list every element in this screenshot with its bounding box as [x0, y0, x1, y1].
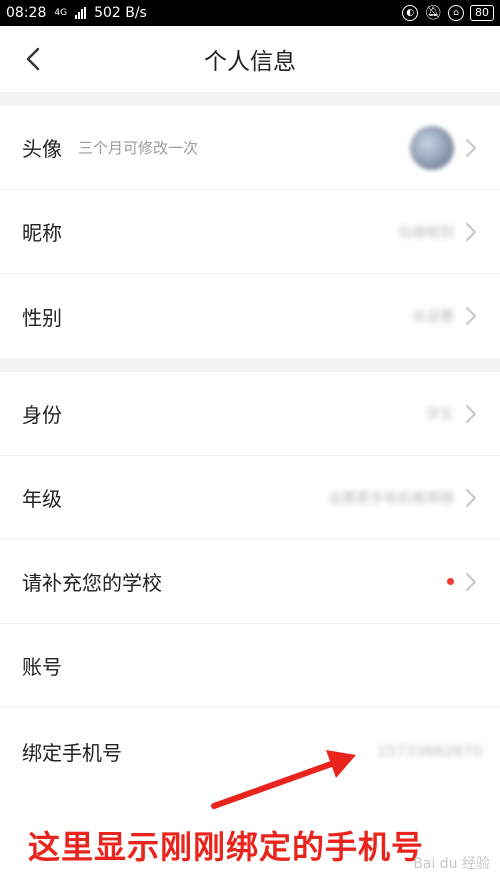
- network-speed: 502 B/s: [94, 5, 147, 21]
- page-title: 个人信息: [204, 49, 296, 75]
- row-label: 昵称: [22, 221, 62, 245]
- chevron-right-icon: [466, 404, 476, 423]
- row-avatar[interactable]: 头像 三个月可修改一次: [0, 106, 500, 190]
- row-label: 账号: [22, 655, 62, 679]
- row-nickname[interactable]: 昵称 仙缘帐别: [0, 190, 500, 274]
- annotation-panel: 这里显示刚刚绑定的手机号 Bai du 经验: [0, 794, 500, 889]
- row-label: 绑定手机号: [22, 740, 122, 765]
- chevron-right-icon: [466, 138, 476, 157]
- row-label: 性别: [22, 305, 62, 330]
- red-dot-badge: [447, 578, 454, 585]
- row-grade[interactable]: 年级 设置更多有机推荐精: [0, 456, 500, 540]
- annotation-text: 这里显示刚刚绑定的手机号: [28, 828, 425, 866]
- signal-icon: [75, 7, 87, 19]
- row-label: 请补充您的学校: [22, 571, 162, 595]
- row-label: 头像: [22, 137, 62, 161]
- grade-value: 设置更多有机推荐精: [328, 490, 454, 507]
- watermark: Bai du 经验: [413, 856, 490, 872]
- chevron-right-icon: [466, 307, 476, 325]
- row-account[interactable]: 账号: [0, 624, 500, 708]
- notification-icon: ◐: [402, 5, 419, 21]
- gender-value: 未设置: [412, 309, 454, 325]
- back-arrow-icon[interactable]: [20, 45, 48, 73]
- chevron-right-icon: [466, 222, 476, 241]
- row-gender[interactable]: 性别 未设置: [0, 274, 500, 358]
- phone-number-value: 15733662670: [377, 742, 482, 760]
- row-bound-phone[interactable]: 绑定手机号 15733662670: [0, 708, 500, 794]
- identity-value: 学生: [426, 406, 454, 423]
- bell-mute-icon: 🔕︎: [424, 5, 442, 21]
- nav-bar: 个人信息: [0, 26, 500, 92]
- lock-icon: ⌂: [448, 5, 464, 21]
- avatar: [410, 125, 454, 170]
- network-label: 4G: [54, 8, 68, 18]
- row-label: 年级: [22, 487, 62, 511]
- status-bar: 08:28 4G 502 B/s ◐ 🔕︎ ⌂ 80: [0, 0, 500, 26]
- chevron-right-icon: [466, 572, 476, 591]
- row-hint: 三个月可修改一次: [78, 139, 199, 157]
- row-school[interactable]: 请补充您的学校: [0, 540, 500, 624]
- status-time: 08:28: [6, 5, 47, 21]
- chevron-right-icon: [466, 488, 476, 507]
- row-identity[interactable]: 身份 学生: [0, 372, 500, 456]
- battery-icon: 80: [470, 5, 494, 21]
- row-label: 身份: [22, 403, 62, 427]
- nickname-value: 仙缘帐别: [398, 224, 454, 241]
